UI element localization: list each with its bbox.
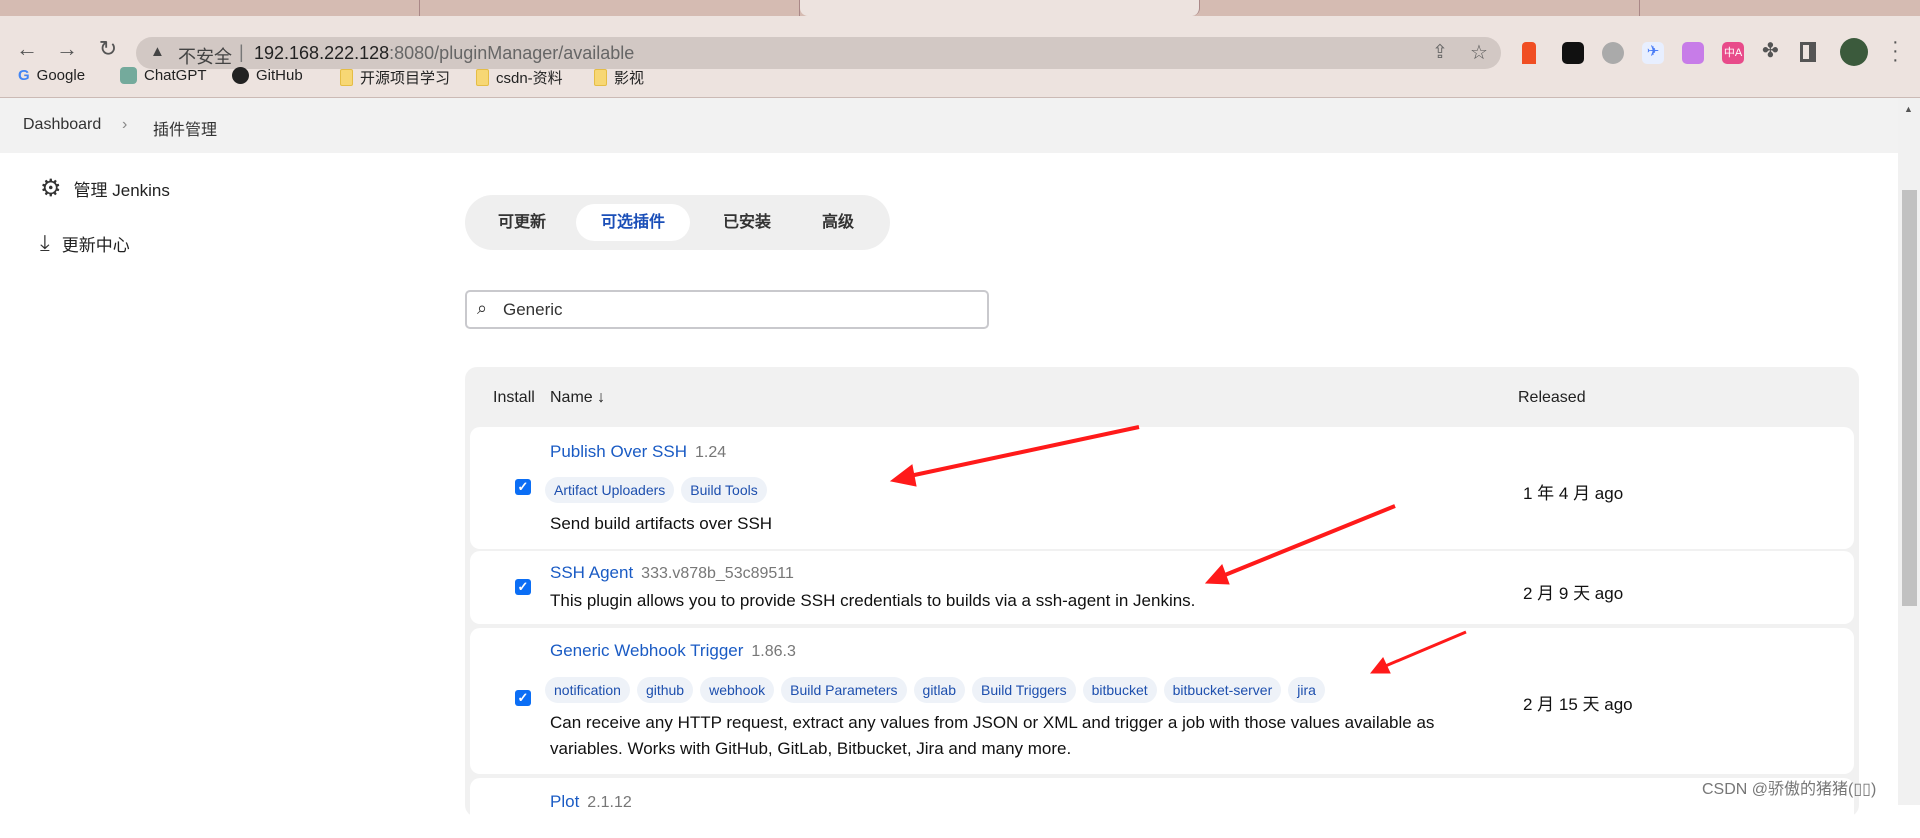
annotation-arrow-head: [889, 464, 917, 487]
annotation-arrows: [889, 425, 1467, 674]
scrollbar-thumb[interactable]: [1902, 190, 1917, 606]
watermark: CSDN @骄傲的猪猪(▯▯): [1702, 781, 1877, 798]
annotation-arrow: [904, 425, 1140, 479]
annotation-arrow: [1382, 630, 1467, 669]
scroll-up-icon[interactable]: ▲: [1904, 104, 1913, 114]
annotation-arrow: [1219, 504, 1396, 579]
annotation-arrow-head: [1204, 564, 1230, 585]
